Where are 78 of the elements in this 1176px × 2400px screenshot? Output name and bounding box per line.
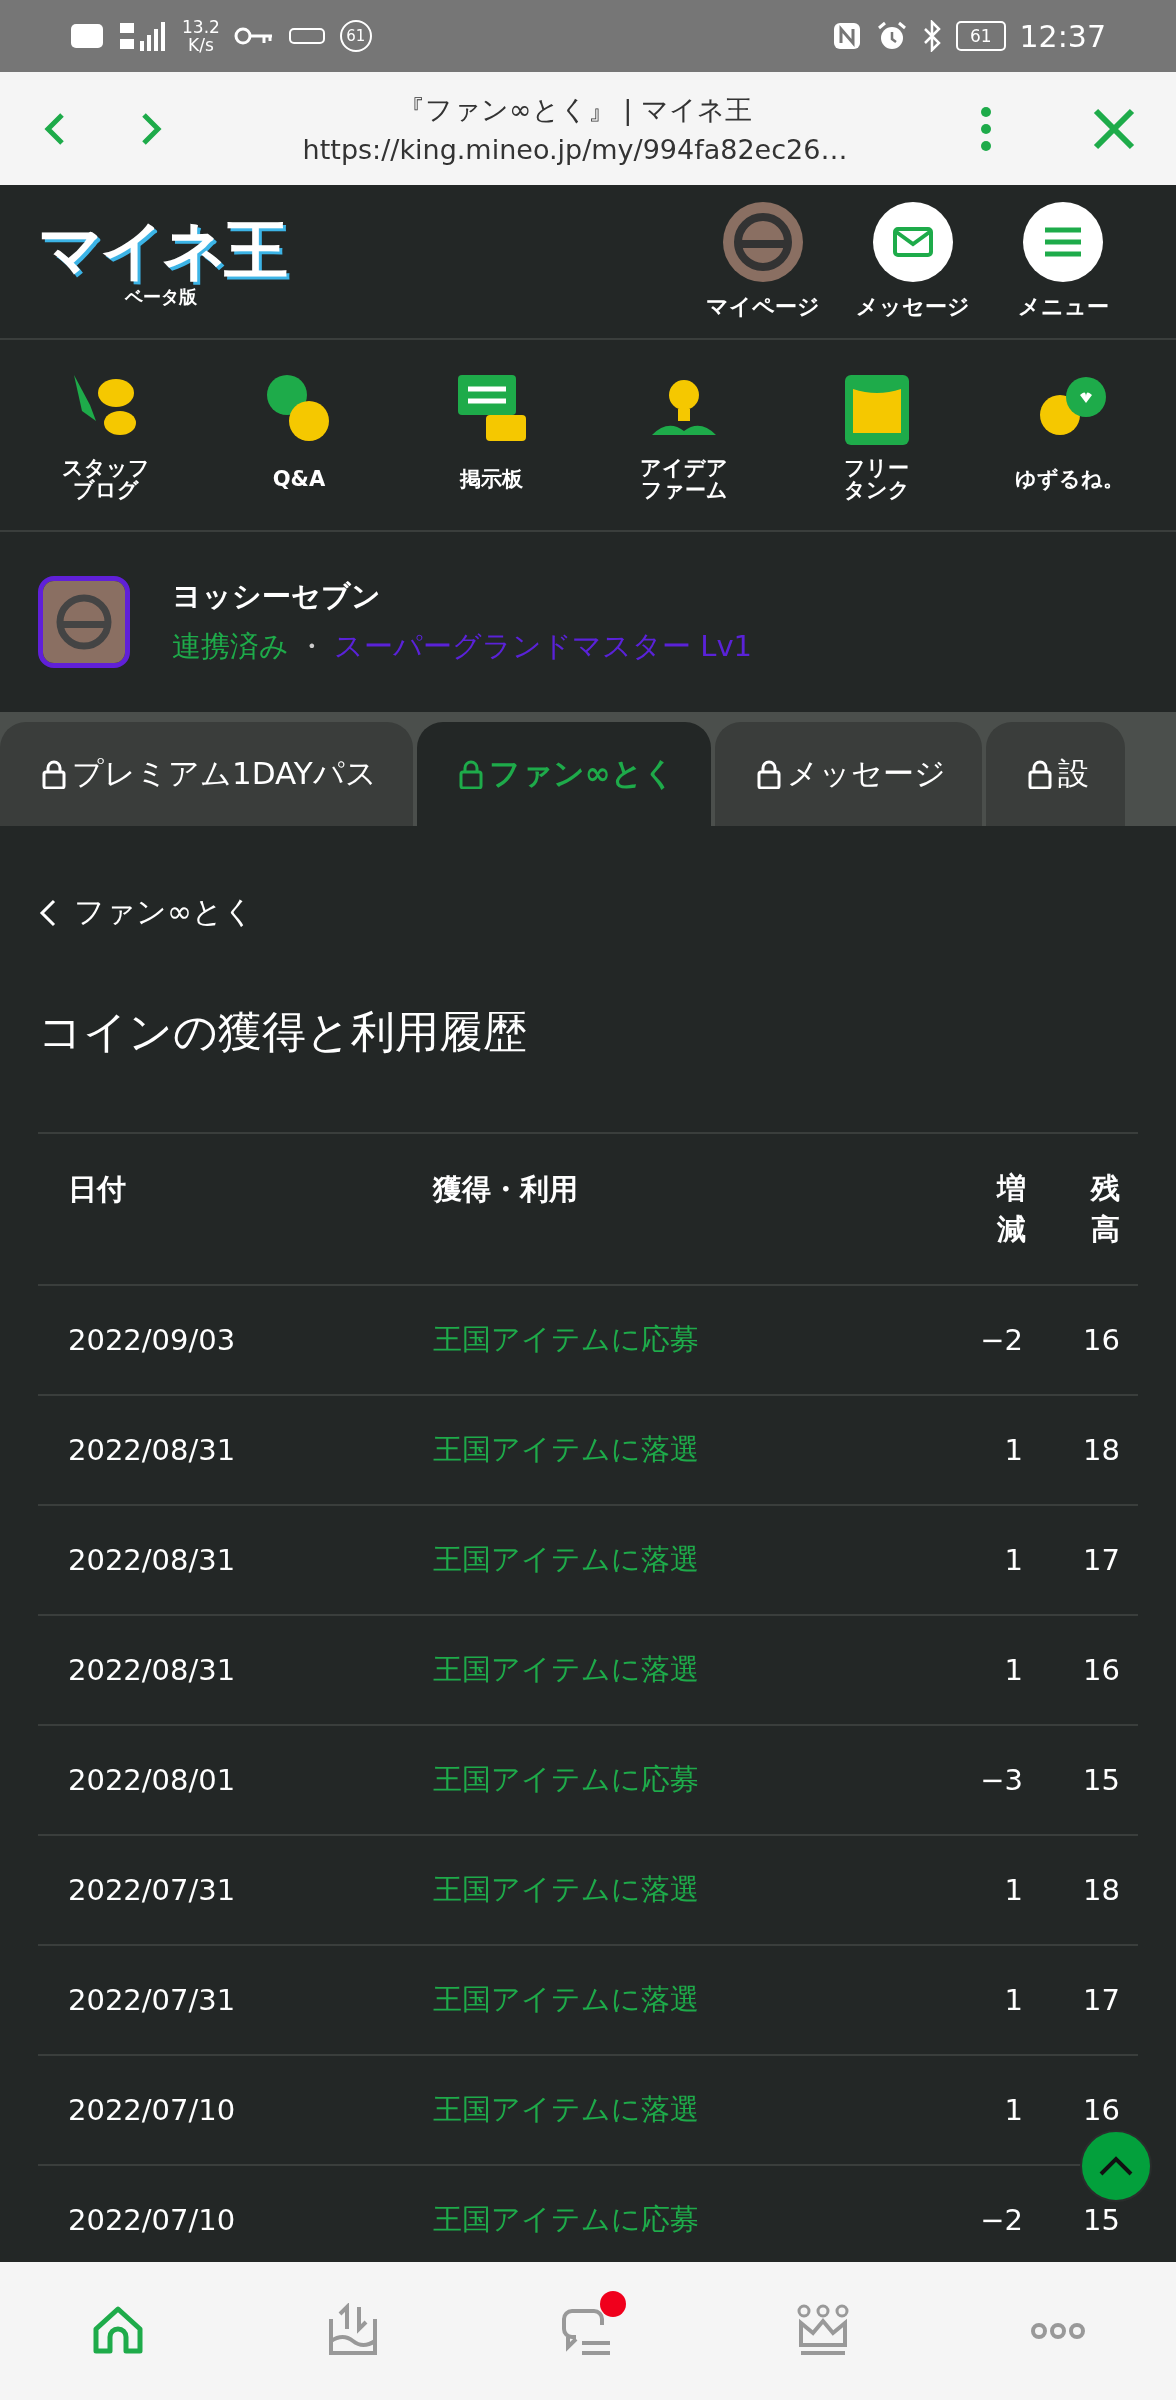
linked-status: 連携済み (172, 628, 289, 665)
table-cell: −2 (950, 1284, 1043, 1395)
page-title: 『ファン∞とく』 | マイネ王 (397, 93, 753, 128)
nav-label[interactable]: スタッフ ブログ (62, 457, 151, 501)
table-cell: 1 (950, 1394, 1043, 1505)
tab[interactable]: メッセージ (714, 722, 982, 826)
table-cell: 15 (1043, 1724, 1138, 1835)
tab[interactable]: プレミアム1DAYパス (0, 722, 413, 826)
menu-icon (1043, 226, 1083, 257)
history-link[interactable]: 王国アイテムに落選 (402, 1834, 951, 1945)
table-cell: 1 (950, 2054, 1043, 2165)
history-link[interactable]: 王国アイテムに落選 (402, 1504, 951, 1615)
more-icon[interactable] (980, 105, 992, 152)
nav-label[interactable]: Q&A (272, 457, 326, 501)
alarm-icon (875, 20, 908, 52)
lock-icon (42, 759, 66, 789)
history-link[interactable]: 王国アイテムに落選 (402, 2054, 951, 2165)
user-name: ヨッシーセブン (172, 578, 382, 615)
table-cell: 18 (1043, 1834, 1138, 1945)
history-link[interactable]: 王国アイテムに応募 (402, 1284, 951, 1395)
nav-label[interactable]: ゆずるね。 (1015, 457, 1125, 501)
tab[interactable]: 設 (985, 722, 1125, 826)
table-cell: 2022/09/03 (38, 1284, 403, 1395)
action-label[interactable]: メッセージ (856, 291, 970, 322)
table-cell: −3 (950, 1724, 1043, 1835)
data-usage-indicator: 61 (339, 20, 372, 52)
table-cell: 1 (950, 1944, 1043, 2055)
history-link[interactable]: 王国アイテムに落選 (402, 1394, 951, 1505)
tab[interactable]: ファン∞とく (416, 722, 711, 826)
table-cell: 1 (950, 1834, 1043, 1945)
close-icon[interactable] (1092, 106, 1136, 151)
lock-icon (756, 759, 781, 789)
nfc-icon (831, 21, 862, 51)
column-header: 日付 (68, 1172, 126, 1206)
history-link[interactable]: 王国アイテムに応募 (402, 1724, 951, 1835)
table-cell: 2022/07/31 (38, 1834, 403, 1945)
table-cell: 18 (1043, 1394, 1138, 1505)
more-icon (1030, 2323, 1087, 2339)
chevron-left-icon (38, 897, 58, 928)
page-heading: コインの獲得と利用履歴 (38, 1005, 528, 1059)
table-cell: 2022/08/31 (38, 1504, 403, 1615)
nav-label[interactable]: アイデア ファーム (640, 457, 729, 501)
column-header: 残高 (1091, 1170, 1120, 1248)
lock-icon (458, 759, 483, 789)
history-link[interactable]: 王国アイテムに落選 (402, 1944, 951, 2055)
url-text: https://king.mineo.jp/my/994fa82ec26… (301, 134, 849, 165)
table-cell: 2022/08/31 (38, 1394, 403, 1505)
table-cell: 17 (1043, 1944, 1138, 2055)
clock: 12:37 (1019, 18, 1106, 54)
history-link[interactable]: 王国アイテムに落選 (402, 1614, 951, 1725)
table-cell: 2022/07/31 (38, 1944, 403, 2055)
separator-dot: ・ (297, 628, 326, 665)
table-cell: 16 (1043, 1614, 1138, 1725)
table-cell: 1 (950, 1614, 1043, 1725)
battery-indicator: 61 (955, 21, 1006, 51)
beta-label: ベータ版 (125, 284, 197, 309)
column-header: 増減 (997, 1170, 1027, 1248)
table-cell: 1 (950, 1504, 1043, 1615)
table-cell: 2022/08/31 (38, 1614, 403, 1725)
rank-label: スーパーグランドマスター Lv1 (334, 628, 752, 665)
bluetooth-icon (921, 20, 942, 52)
nav-label[interactable]: フリー タンク (843, 457, 910, 501)
table-cell: 16 (1043, 1284, 1138, 1395)
mail-icon (893, 226, 933, 257)
network-speed: 13.2 K/s (182, 18, 220, 54)
table-cell: 2022/07/10 (38, 2054, 403, 2165)
signal-icon (118, 19, 168, 53)
table-cell: 17 (1043, 1504, 1138, 1615)
chevron-up-icon (1098, 2155, 1134, 2177)
lock-icon (1027, 759, 1052, 789)
key-icon (233, 26, 274, 46)
nav-label[interactable]: 掲示板 (460, 457, 524, 501)
column-header: 獲得・利用 (432, 1172, 578, 1206)
action-label[interactable]: メニュー (1017, 291, 1109, 322)
logo[interactable]: マイネ王 (38, 214, 284, 285)
action-label[interactable]: マイページ (706, 291, 820, 322)
back-link[interactable]: ファン∞とく (38, 892, 254, 933)
table-cell: 2022/08/01 (38, 1724, 403, 1835)
